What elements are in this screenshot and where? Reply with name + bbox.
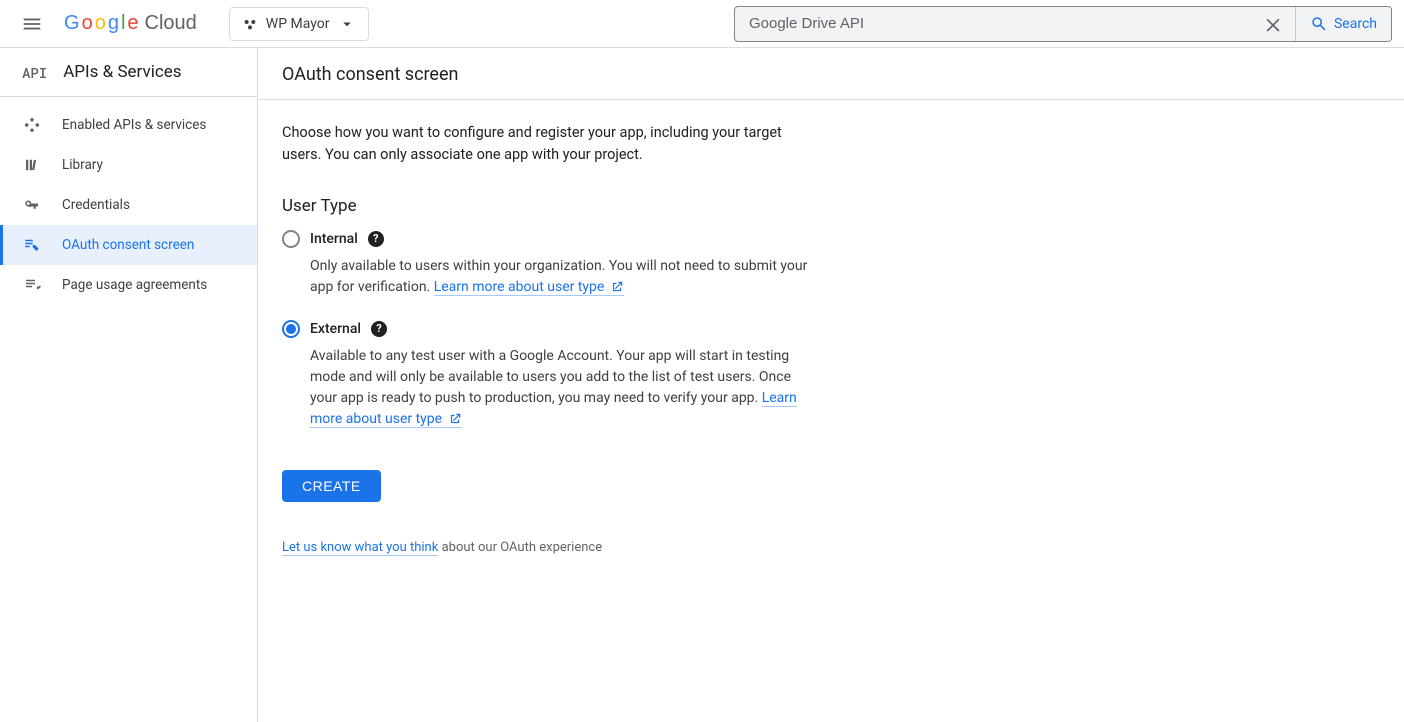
search-input[interactable] [747,14,1255,33]
close-icon [1263,14,1283,34]
sidebar-header[interactable]: API APIs & Services [0,48,257,97]
user-type-option-external[interactable]: External ? [282,320,1074,338]
chevron-down-icon [338,15,356,33]
help-icon[interactable]: ? [371,321,387,337]
internal-description: Only available to users within your orga… [310,256,820,298]
radio-internal-label: Internal [310,231,358,247]
feedback-link[interactable]: Let us know what you think [282,540,438,556]
key-icon [22,196,42,214]
external-link-icon [610,280,624,294]
sidebar-item-library[interactable]: Library [0,145,257,185]
google-cloud-logo[interactable]: Google Cloud [64,12,197,35]
learn-more-internal-link[interactable]: Learn more about user type [434,279,624,296]
sidebar-item-oauth-consent[interactable]: OAuth consent screen [0,225,257,265]
sidebar-item-label: Credentials [62,197,130,213]
api-badge: API [22,63,47,82]
page-title: OAuth consent screen [258,48,1404,100]
sidebar-item-label: Library [62,157,103,173]
sidebar: API APIs & Services Enabled APIs & servi… [0,48,258,722]
radio-internal[interactable] [282,230,300,248]
page-body: API APIs & Services Enabled APIs & servi… [0,48,1404,722]
project-name: WP Mayor [266,16,330,32]
project-selector[interactable]: WP Mayor [229,7,369,41]
search-button-label: Search [1334,16,1377,32]
sidebar-item-enabled-apis[interactable]: Enabled APIs & services [0,105,257,145]
content-body: Choose how you want to configure and reg… [258,100,1098,577]
agreement-icon [22,276,42,294]
project-icon [242,16,258,32]
radio-external[interactable] [282,320,300,338]
sidebar-item-label: Page usage agreements [62,277,207,293]
user-type-heading: User Type [282,196,1074,216]
external-link-icon [448,412,462,426]
consent-icon [22,236,42,254]
sidebar-nav: Enabled APIs & services Library Credenti… [0,97,257,305]
sidebar-item-label: Enabled APIs & services [62,117,206,133]
main-menu-button[interactable] [12,4,52,44]
user-type-option-internal[interactable]: Internal ? [282,230,1074,248]
search-clear-button[interactable] [1263,14,1283,34]
intro-text: Choose how you want to configure and reg… [282,122,782,166]
sidebar-item-credentials[interactable]: Credentials [0,185,257,225]
sidebar-item-page-usage[interactable]: Page usage agreements [0,265,257,305]
search-button[interactable]: Search [1295,7,1391,41]
sidebar-title: APIs & Services [63,62,181,82]
search-box[interactable] [735,7,1295,41]
hamburger-icon [21,13,43,35]
content: OAuth consent screen Choose how you want… [258,48,1404,722]
diamond-icon [22,116,42,134]
search-container: Search [734,6,1392,42]
sidebar-item-label: OAuth consent screen [62,237,194,253]
topbar: Google Cloud WP Mayor Search [0,0,1404,48]
help-icon[interactable]: ? [368,231,384,247]
external-desc-text: Available to any test user with a Google… [310,348,791,406]
learn-more-label: Learn more about user type [434,279,605,295]
external-description: Available to any test user with a Google… [310,346,820,430]
radio-external-label: External [310,321,361,337]
feedback-suffix: about our OAuth experience [438,540,602,555]
feedback-line: Let us know what you think about our OAu… [282,540,1074,555]
search-icon [1310,15,1328,33]
create-button[interactable]: CREATE [282,470,381,502]
library-icon [22,156,42,174]
